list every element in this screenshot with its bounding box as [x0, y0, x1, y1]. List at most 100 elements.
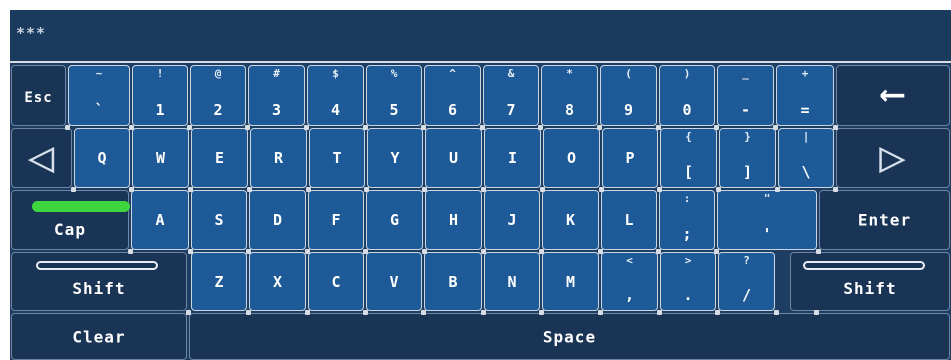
key-f[interactable]: F: [308, 190, 364, 250]
key-legend: H: [448, 211, 459, 229]
key-legend: ': [762, 225, 772, 243]
key-0[interactable]: ) 0: [659, 65, 715, 126]
key-a[interactable]: A: [131, 190, 189, 250]
key-legend: 7: [506, 101, 516, 119]
key-legend: C: [331, 272, 341, 291]
key-3[interactable]: #3: [248, 65, 305, 126]
key-v[interactable]: V: [366, 252, 422, 311]
key-legend: D: [272, 211, 283, 229]
key-shift-legend: ^: [449, 67, 456, 80]
key-junction-dot: [245, 125, 250, 130]
key-shift-legend: (: [625, 67, 632, 80]
key-legend: 1: [155, 101, 165, 119]
key-period[interactable]: >.: [660, 252, 716, 311]
key-s[interactable]: S: [191, 190, 247, 250]
key-shift-legend: _: [742, 67, 749, 80]
key-left[interactable]: ◁: [11, 128, 72, 188]
key-minus[interactable]: _ -: [717, 65, 774, 126]
key-junction-dot: [422, 249, 427, 254]
key-junction-dot: [71, 187, 76, 192]
key-junction-dot: [65, 125, 70, 130]
key-backtick[interactable]: ~ `: [68, 65, 130, 126]
key-legend: M: [565, 272, 576, 291]
key-junction-dot: [656, 125, 661, 130]
key-space[interactable]: Space: [189, 313, 950, 360]
key-m[interactable]: M: [542, 252, 599, 311]
key-shift-legend: #: [273, 67, 280, 80]
key-9[interactable]: (9: [600, 65, 657, 126]
key-legend: S: [214, 211, 224, 229]
key-u[interactable]: U: [425, 128, 482, 188]
key-legend: ,: [624, 286, 635, 304]
key-right[interactable]: ▷: [836, 128, 950, 188]
key-z[interactable]: Z: [191, 252, 247, 311]
key-legend: `: [94, 101, 104, 119]
key-7[interactable]: & 7: [483, 65, 539, 126]
key-slash[interactable]: ? /: [718, 252, 775, 311]
key-legend: Clear: [72, 327, 126, 346]
key-legend: 3: [271, 101, 282, 119]
key-legend: 8: [564, 101, 575, 119]
key-shift-left[interactable]: Shift: [11, 252, 187, 311]
key-shift-legend: %: [390, 67, 398, 80]
key-n[interactable]: N: [484, 252, 540, 311]
key-j[interactable]: J: [484, 190, 540, 250]
key-b[interactable]: B: [424, 252, 482, 311]
key-backslash[interactable]: | \: [778, 128, 834, 188]
key-caps[interactable]: Cap: [11, 190, 130, 250]
key-r[interactable]: R: [250, 128, 307, 188]
key-equals[interactable]: + =: [776, 65, 834, 126]
key-junction-dot: [657, 187, 662, 192]
key-e[interactable]: E: [191, 128, 248, 188]
key-q[interactable]: Q: [74, 128, 130, 188]
key-shift-legend: :: [683, 192, 691, 205]
key-legend: Q: [97, 149, 107, 167]
key-backspace[interactable]: ⟵: [836, 65, 950, 126]
key-shift-legend: }: [744, 130, 751, 143]
key-d[interactable]: D: [249, 190, 306, 250]
key-o[interactable]: O: [543, 128, 600, 188]
key-junction-dot: [480, 125, 485, 130]
key-x[interactable]: X: [249, 252, 306, 311]
key-c[interactable]: C: [308, 252, 364, 311]
key-p[interactable]: P: [602, 128, 658, 188]
key-8[interactable]: * 8: [541, 65, 598, 126]
key-rbracket[interactable]: }]: [719, 128, 776, 188]
key-l[interactable]: L: [601, 190, 657, 250]
key-g[interactable]: G: [366, 190, 423, 250]
key-legend: L: [624, 211, 634, 229]
key-semicolon[interactable]: :;: [659, 190, 715, 250]
key-y[interactable]: Y: [367, 128, 423, 188]
key-shift-legend: $: [332, 67, 339, 80]
key-comma[interactable]: <,: [601, 252, 658, 311]
key-legend: K: [565, 211, 576, 229]
key-w[interactable]: W: [132, 128, 189, 188]
key-6[interactable]: ^ 6: [424, 65, 481, 126]
key-h[interactable]: H: [425, 190, 482, 250]
key-shift-legend: *: [566, 67, 573, 80]
key-junction-dot: [539, 249, 544, 254]
key-legend: ◁: [27, 131, 56, 183]
key-legend: 9: [623, 101, 634, 119]
key-legend: X: [272, 272, 283, 291]
key-1[interactable]: ! 1: [132, 65, 188, 126]
key-shift-right[interactable]: Shift: [790, 252, 950, 311]
key-legend: Space: [542, 327, 597, 346]
key-i[interactable]: I: [484, 128, 541, 188]
key-legend: 5: [389, 101, 399, 119]
key-junction-dot: [306, 187, 311, 192]
key-legend: 6: [447, 101, 458, 119]
key-2[interactable]: @2: [190, 65, 246, 126]
key-junction-dot: [128, 249, 133, 254]
key-clear[interactable]: Clear: [11, 313, 187, 360]
key-enter[interactable]: Enter: [819, 190, 950, 250]
key-legend: Enter: [857, 210, 912, 230]
key-legend: ]: [742, 163, 753, 181]
key-5[interactable]: % 5: [366, 65, 422, 126]
key-4[interactable]: $4: [307, 65, 364, 126]
key-esc[interactable]: Esc: [11, 65, 66, 126]
key-t[interactable]: T: [309, 128, 365, 188]
key-k[interactable]: K: [542, 190, 599, 250]
key-lbracket[interactable]: {[: [660, 128, 717, 188]
key-quote[interactable]: " ': [717, 190, 817, 250]
